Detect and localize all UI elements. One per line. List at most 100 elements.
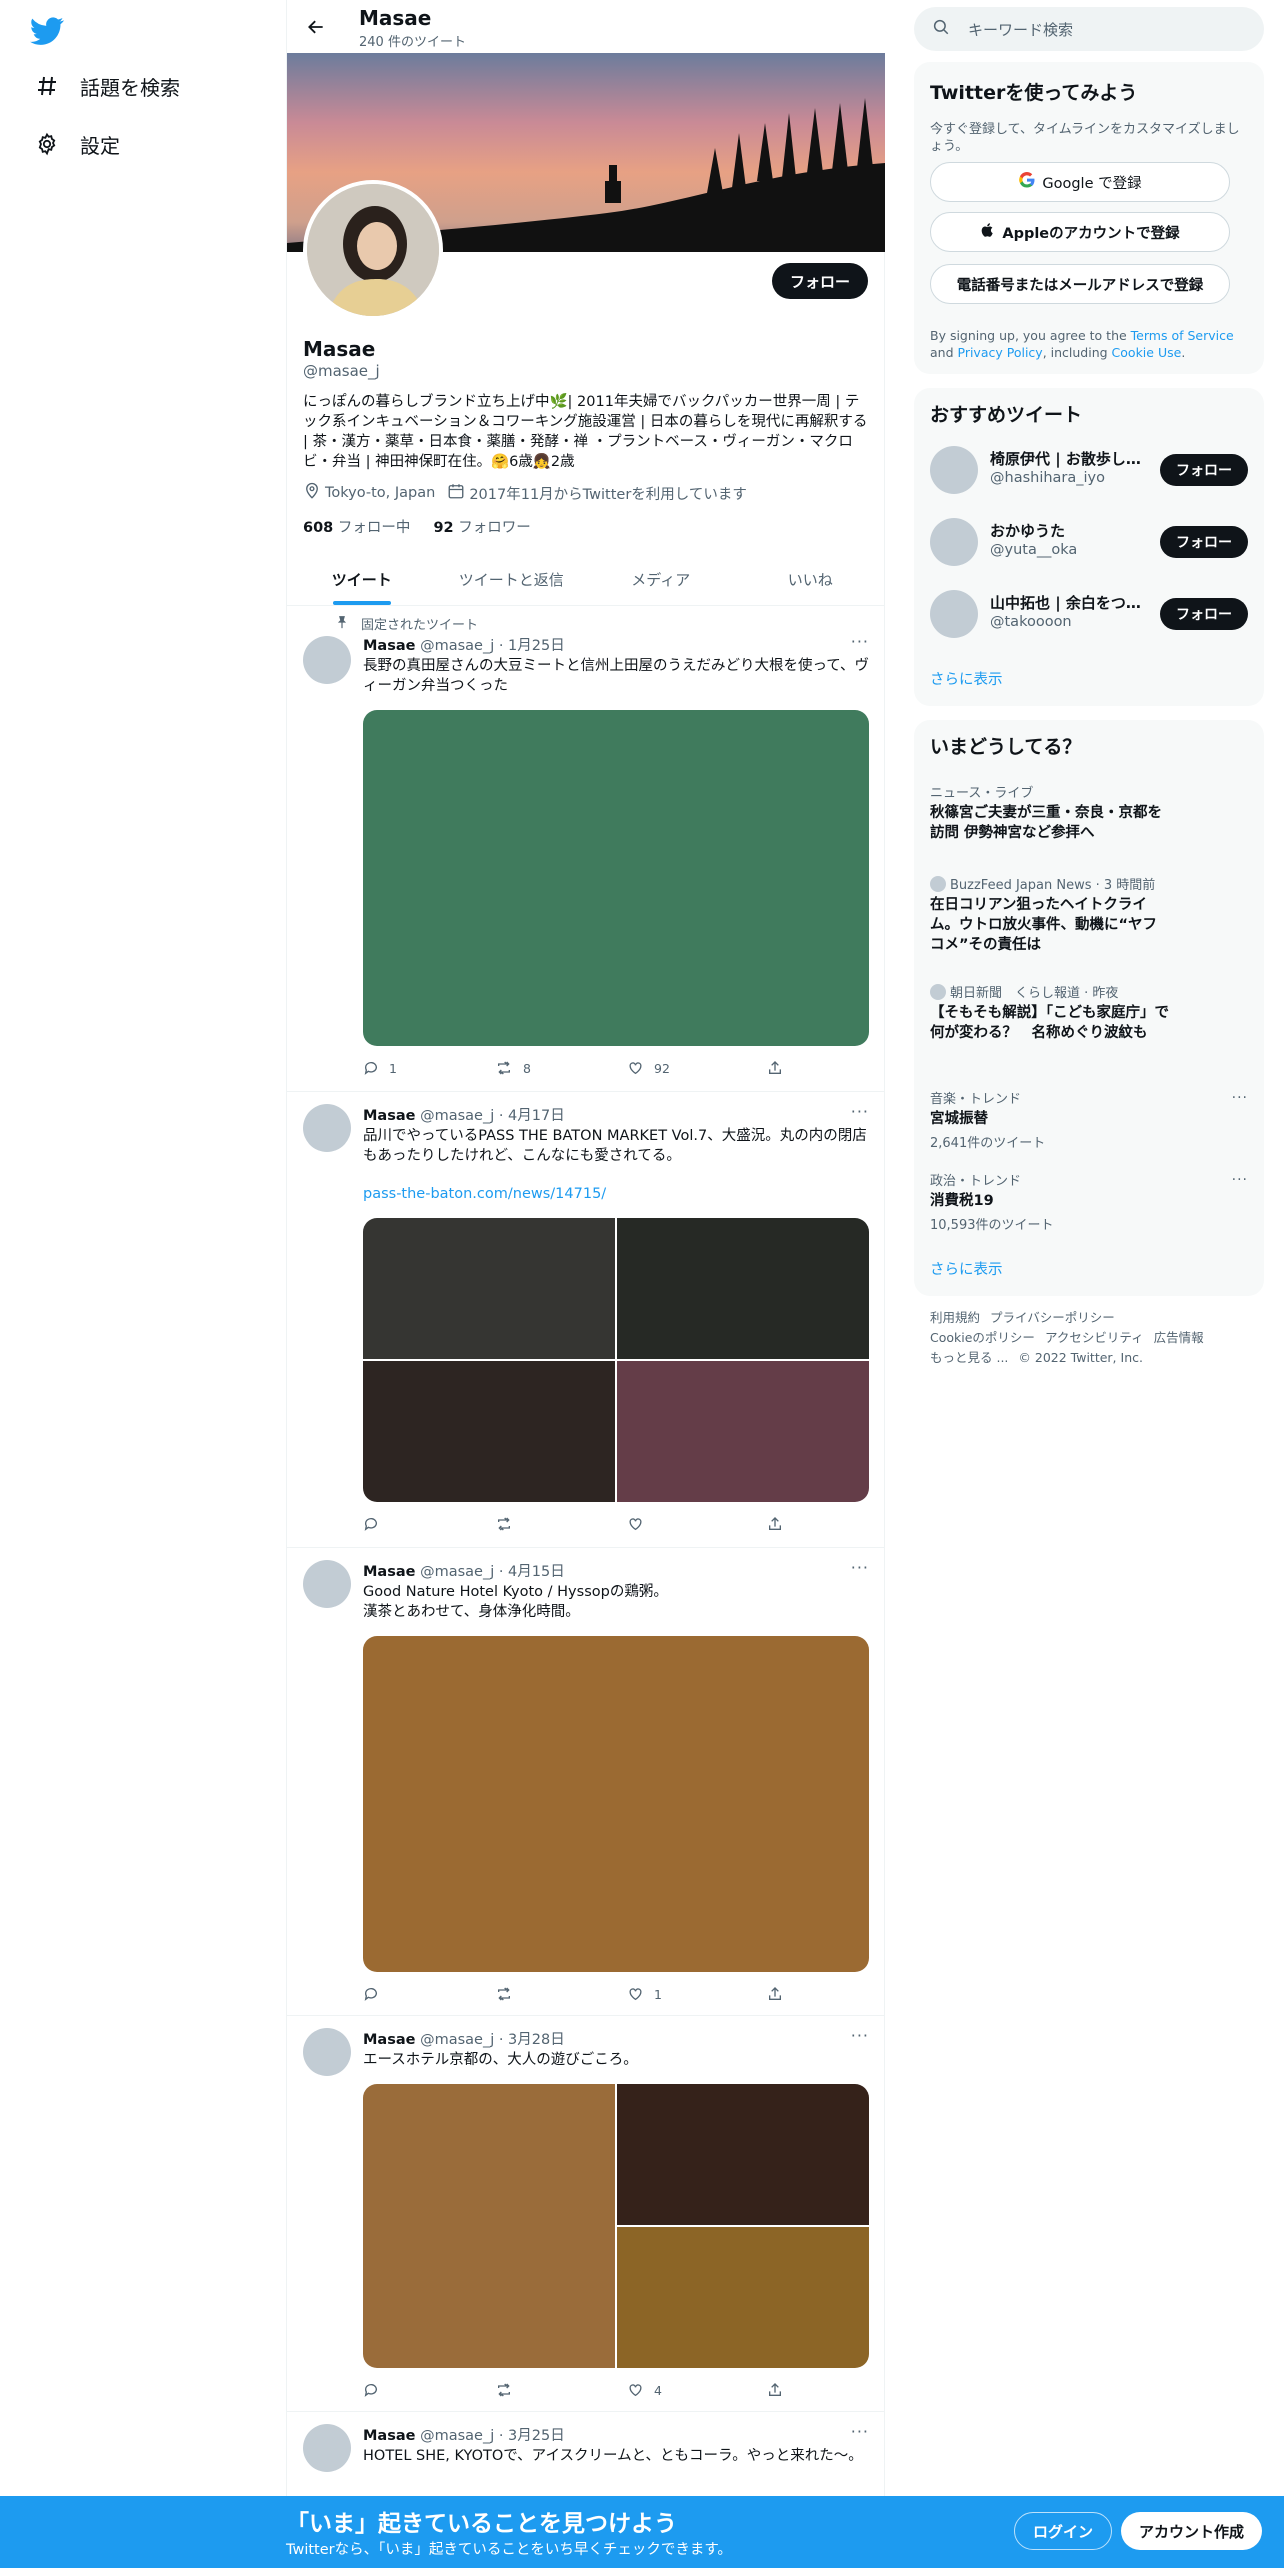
avatar[interactable] [303,2028,351,2076]
tweet-text: HOTEL SHE, KYOTOで、アイスクリームと、ともコーラ。やっと来れた〜… [363,2448,863,2464]
footer-privacy[interactable]: プライバシーポリシー [990,1310,1115,1325]
show-more-link[interactable]: さらに表示 [930,1258,1003,1279]
more-icon[interactable]: ··· [851,632,869,651]
avatar[interactable] [303,636,351,684]
share-icon [769,1061,781,1074]
trend-item[interactable]: BuzzFeed Japan News · 3 時間前 在日コリアン狙ったヘイト… [930,874,1248,955]
avatar[interactable] [303,1560,351,1608]
avatar[interactable] [303,1104,351,1152]
profile-bio: にっぽんの暮らしブランド立ち上げ中🌿| 2011年夫婦でバックパッカー世界一周 … [303,394,868,470]
share-button[interactable] [767,1986,793,2002]
retweet-button[interactable] [495,1516,523,1532]
more-icon[interactable]: ··· [851,1102,869,1121]
reply-icon [364,1062,377,1075]
nav-explore[interactable]: 話題を検索 [30,64,180,108]
back-arrow-icon[interactable] [301,12,331,42]
trend-item[interactable]: ニュース・ライブ 秋篠宮ご夫妻が三重・奈良・京都を訪問 伊勢神宮など参拝へ [930,782,1248,843]
share-button[interactable] [767,2382,793,2398]
more-icon[interactable]: ··· [851,1558,869,1577]
more-icon[interactable]: ··· [851,2422,869,2441]
follow-button[interactable]: フォロー [1160,598,1248,630]
tweet[interactable]: Masae @masae_j · 3月28日 ··· エースホテル京都の、大人の… [287,2016,885,2412]
avatar[interactable] [930,446,978,494]
reply-button[interactable] [363,1516,389,1532]
tweet-text: エースホテル京都の、大人の遊びごころ。 [363,2052,638,2068]
follow-button[interactable]: フォロー [1160,526,1248,558]
page-title: Masae [359,6,432,30]
reply-button[interactable] [363,1986,389,2002]
footer-more[interactable]: もっと見る ... [930,1350,1008,1365]
recommend-user[interactable]: おかゆうた @yuta__oka フォロー [930,514,1248,570]
search-input[interactable]: キーワード検索 [914,7,1264,51]
recommend-user[interactable]: 山中拓也 | 余白をつ… @takoooon フォロー [930,586,1248,642]
signup-title: Twitterを使ってみよう [930,82,1138,104]
tab-tweets-replies[interactable]: ツイートと返信 [437,553,587,605]
tab-media[interactable]: メディア [586,553,736,605]
following-link[interactable]: 608 フォロー中 [303,520,410,536]
tweet-media[interactable] [363,1218,869,1502]
followers-link[interactable]: 92 フォロワー [433,520,530,536]
footer-accessibility[interactable]: アクセシビリティ [1045,1330,1144,1345]
main-column: Masae 240 件のツイート フォロー Masae @masae_j にっぽ… [286,0,885,2568]
profile-avatar[interactable] [303,180,443,320]
retweet-icon [498,1517,510,1531]
cookie-link[interactable]: Cookie Use [1112,345,1182,360]
more-icon[interactable]: ··· [851,2026,869,2045]
create-account-button[interactable]: アカウント作成 [1121,2512,1263,2550]
avatar[interactable] [930,518,978,566]
retweet-button[interactable]: 8 [495,1060,531,1076]
tab-tweets[interactable]: ツイート [287,553,437,605]
google-signup-button[interactable]: Google で登録 [930,162,1230,202]
follow-button[interactable]: フォロー [1160,454,1248,486]
like-button[interactable]: 1 [627,1986,662,2002]
retweet-button[interactable] [495,2382,523,2398]
avatar[interactable] [303,2424,351,2472]
share-button[interactable] [767,1516,793,1532]
like-button[interactable]: 92 [627,1060,670,1076]
show-more-link[interactable]: さらに表示 [930,668,1003,689]
apple-signup-button[interactable]: Appleのアカウントで登録 [930,212,1230,252]
publisher-avatar [930,983,946,1000]
terms-link[interactable]: Terms of Service [1131,328,1234,343]
like-button[interactable] [627,1516,654,1532]
tab-likes[interactable]: いいね [736,553,886,605]
like-button[interactable]: 4 [627,2382,662,2398]
tweet-actions: 1 [363,1986,803,2006]
tweet-media[interactable] [363,1636,869,1972]
phone-email-signup-button[interactable]: 電話番号またはメールアドレスで登録 [930,264,1230,304]
retweet-button[interactable] [495,1986,523,2002]
trend-item[interactable]: 政治・トレンド 消費税19 10,593件のツイート ··· [930,1170,1248,1233]
twitter-logo-icon[interactable] [30,14,64,48]
tweet[interactable]: Masae @masae_j · 4月17日 ··· 品川でやっているPASS … [287,1092,885,1548]
share-button[interactable] [767,1060,793,1076]
reply-button[interactable]: 1 [363,1060,397,1076]
tweet-actions: 1 8 92 [363,1060,803,1080]
trend-item[interactable]: 音楽・トレンド 宮城振替 2,641件のツイート ··· [930,1088,1248,1151]
user-name: 椅原伊代 | お散歩し… [990,450,1141,468]
follow-button[interactable]: フォロー [771,263,868,299]
tweet-media[interactable] [363,710,869,1046]
profile-meta: Tokyo-to, Japan 2017年11月からTwitterを利用していま… [303,482,759,504]
recommend-user[interactable]: 椅原伊代 | お散歩し… @hashihara_iyo フォロー [930,442,1248,498]
login-button[interactable]: ログイン [1014,2512,1113,2550]
publisher-avatar [930,875,946,892]
more-icon[interactable]: ··· [1232,1090,1248,1106]
tweet[interactable]: Masae @masae_j · 3月25日 ··· HOTEL SHE, KY… [287,2412,885,2502]
tweet-media[interactable] [363,2084,869,2368]
footer-cookie[interactable]: Cookieのポリシー [930,1330,1035,1345]
nav-settings-label: 設定 [80,133,120,158]
tweet-link[interactable]: pass-the-baton.com/news/14715/ [363,1186,606,1202]
trend-item[interactable]: 朝日新聞 くらし報道 · 昨夜 【そもそも解説】「こども家庭庁」で何が変わる？ … [930,982,1248,1043]
profile-joined: 2017年11月からTwitterを利用しています [469,486,747,503]
tweet[interactable]: Masae @masae_j · 4月15日 ··· Good Nature H… [287,1548,885,2016]
avatar[interactable] [930,590,978,638]
profile-name: Masae [303,337,376,361]
more-icon[interactable]: ··· [1232,1172,1248,1188]
tweet[interactable]: 固定されたツイート Masae @masae_j · 1月25日 ··· 長野の… [287,606,885,1092]
footer-ads[interactable]: 広告情報 [1154,1330,1204,1345]
reply-button[interactable] [363,2382,389,2398]
footer-terms[interactable]: 利用規約 [930,1310,980,1325]
privacy-link[interactable]: Privacy Policy [958,345,1043,360]
heart-icon [629,1062,642,1075]
nav-settings[interactable]: 設定 [30,122,120,166]
